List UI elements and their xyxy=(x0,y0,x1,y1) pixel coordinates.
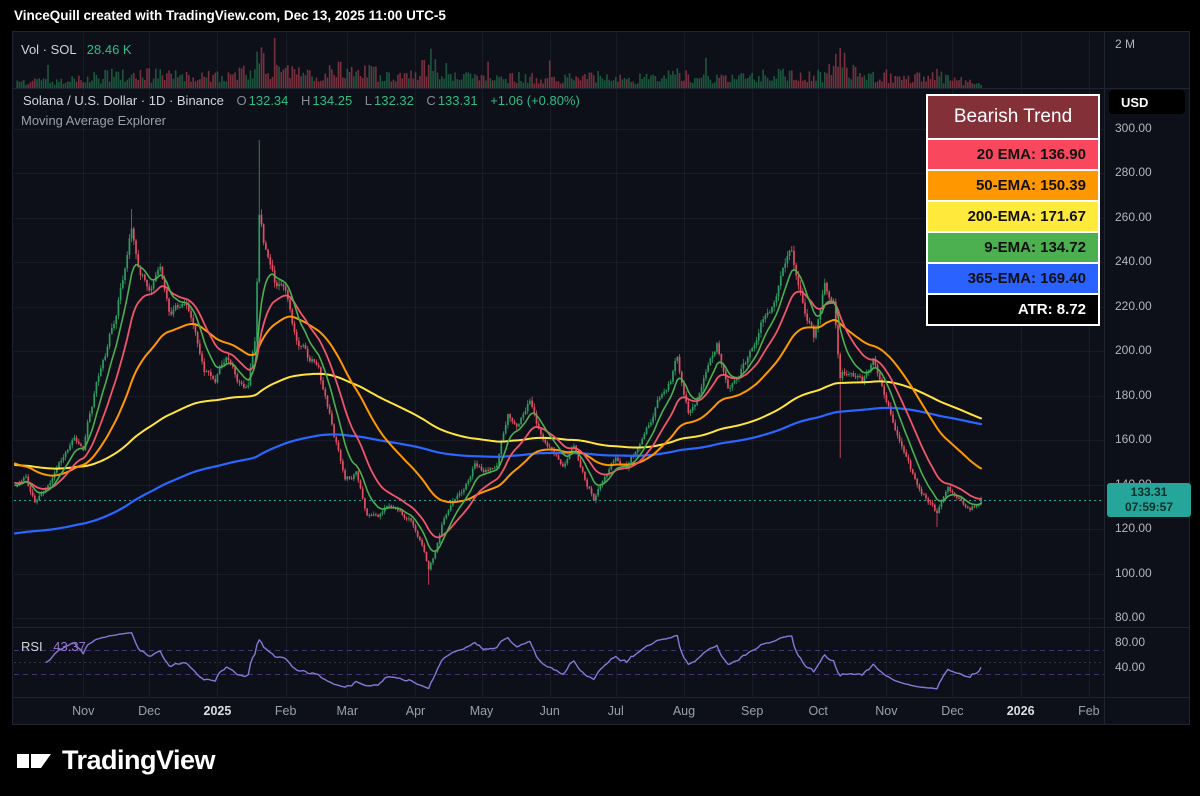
legend-row: 20 EMA: 136.90 xyxy=(928,140,1098,169)
tradingview-chart-page: VinceQuill created with TradingView.com,… xyxy=(0,0,1200,796)
low-label: L xyxy=(365,93,372,108)
price-tick-label: 200.00 xyxy=(1115,343,1152,357)
time-tick-label: 2026 xyxy=(1007,704,1035,718)
volume-value: 28.46 K xyxy=(87,42,132,57)
price-tick-label: 100.00 xyxy=(1115,566,1152,580)
symbol-legend[interactable]: Solana / U.S. Dollar · 1D · Binance O132… xyxy=(21,93,580,108)
time-tick-label: Jul xyxy=(608,704,624,718)
volume-pane-canvas[interactable] xyxy=(14,33,1104,88)
price-tick-label: 240.00 xyxy=(1115,254,1152,268)
time-tick-label: Mar xyxy=(337,704,359,718)
time-tick-label: 2025 xyxy=(204,704,232,718)
attribution-text: VinceQuill created with TradingView.com,… xyxy=(14,8,446,23)
legend-row: 9-EMA: 134.72 xyxy=(928,233,1098,262)
price-tick-label: 220.00 xyxy=(1115,299,1152,313)
legend-row: 365-EMA: 169.40 xyxy=(928,264,1098,293)
chart-shell: Vol · SOL 28.46 K Solana / U.S. Dollar ·… xyxy=(12,31,1190,725)
price-tick-label: 260.00 xyxy=(1115,210,1152,224)
rsi-tick-label: 80.00 xyxy=(1115,635,1145,649)
indicator-title[interactable]: Moving Average Explorer xyxy=(21,113,166,128)
legend-row: 50-EMA: 150.39 xyxy=(928,171,1098,200)
time-tick-label: Apr xyxy=(406,704,425,718)
close-label: C xyxy=(426,93,435,108)
ma-legend: Bearish Trend 20 EMA: 136.9050-EMA: 150.… xyxy=(926,94,1100,326)
volume-legend[interactable]: Vol · SOL 28.46 K xyxy=(21,42,132,57)
currency-toggle-button[interactable]: USD xyxy=(1109,90,1185,114)
last-price: 133.31 xyxy=(1131,485,1168,500)
close-value: 133.31 xyxy=(438,93,478,108)
trend-status-badge: Bearish Trend xyxy=(928,96,1098,138)
time-axis[interactable]: Nov Dec 2025 Feb Mar Apr May Jun Jul Aug Sep Oct Nov… xyxy=(13,698,1104,725)
time-tick-label: Dec xyxy=(941,704,963,718)
change-value: +1.06 (+0.80%) xyxy=(490,93,580,108)
time-tick-label: Dec xyxy=(138,704,160,718)
time-tick-label: Feb xyxy=(1078,704,1100,718)
time-tick-label: Nov xyxy=(72,704,94,718)
price-axis[interactable]: 2 M USD 300.00 280.00 260.00 240.00 220.00 20… xyxy=(1105,32,1189,725)
rsi-label: RSI xyxy=(21,639,43,654)
open-value: 132.34 xyxy=(249,93,289,108)
low-value: 132.32 xyxy=(374,93,414,108)
price-tick-label: 160.00 xyxy=(1115,432,1152,446)
rsi-tick-label: 40.00 xyxy=(1115,660,1145,674)
volume-label: Vol · SOL xyxy=(21,42,76,57)
time-tick-label: Feb xyxy=(275,704,297,718)
rsi-legend[interactable]: RSI 43.37 xyxy=(21,639,86,654)
attribution-bar: VinceQuill created with TradingView.com,… xyxy=(0,0,1200,31)
time-tick-label: Nov xyxy=(875,704,897,718)
symbol-title: Solana / U.S. Dollar · 1D · Binance xyxy=(23,93,224,108)
volume-axis-max-label: 2 M xyxy=(1115,37,1135,51)
bar-countdown: 07:59:57 xyxy=(1125,500,1173,515)
legend-row: ATR: 8.72 xyxy=(928,295,1098,324)
high-label: H xyxy=(301,93,310,108)
footer-bar: TradingView xyxy=(0,725,1200,796)
time-tick-label: Oct xyxy=(808,704,827,718)
time-tick-label: Aug xyxy=(673,704,695,718)
price-tick-label: 120.00 xyxy=(1115,521,1152,535)
tradingview-logo-icon[interactable] xyxy=(16,746,52,776)
time-tick-label: Jun xyxy=(540,704,560,718)
last-price-badge[interactable]: 133.31 07:59:57 xyxy=(1107,483,1191,517)
price-tick-label: 280.00 xyxy=(1115,165,1152,179)
legend-row: 200-EMA: 171.67 xyxy=(928,202,1098,231)
time-tick-label: May xyxy=(470,704,494,718)
high-value: 134.25 xyxy=(312,93,352,108)
price-tick-label: 180.00 xyxy=(1115,388,1152,402)
time-tick-label: Sep xyxy=(741,704,763,718)
price-tick-label: 300.00 xyxy=(1115,121,1152,135)
tradingview-wordmark[interactable]: TradingView xyxy=(62,745,215,776)
open-label: O xyxy=(237,93,247,108)
rsi-pane-canvas[interactable] xyxy=(14,628,1104,697)
price-tick-label: 80.00 xyxy=(1115,610,1145,624)
rsi-value: 43.37 xyxy=(53,639,86,654)
